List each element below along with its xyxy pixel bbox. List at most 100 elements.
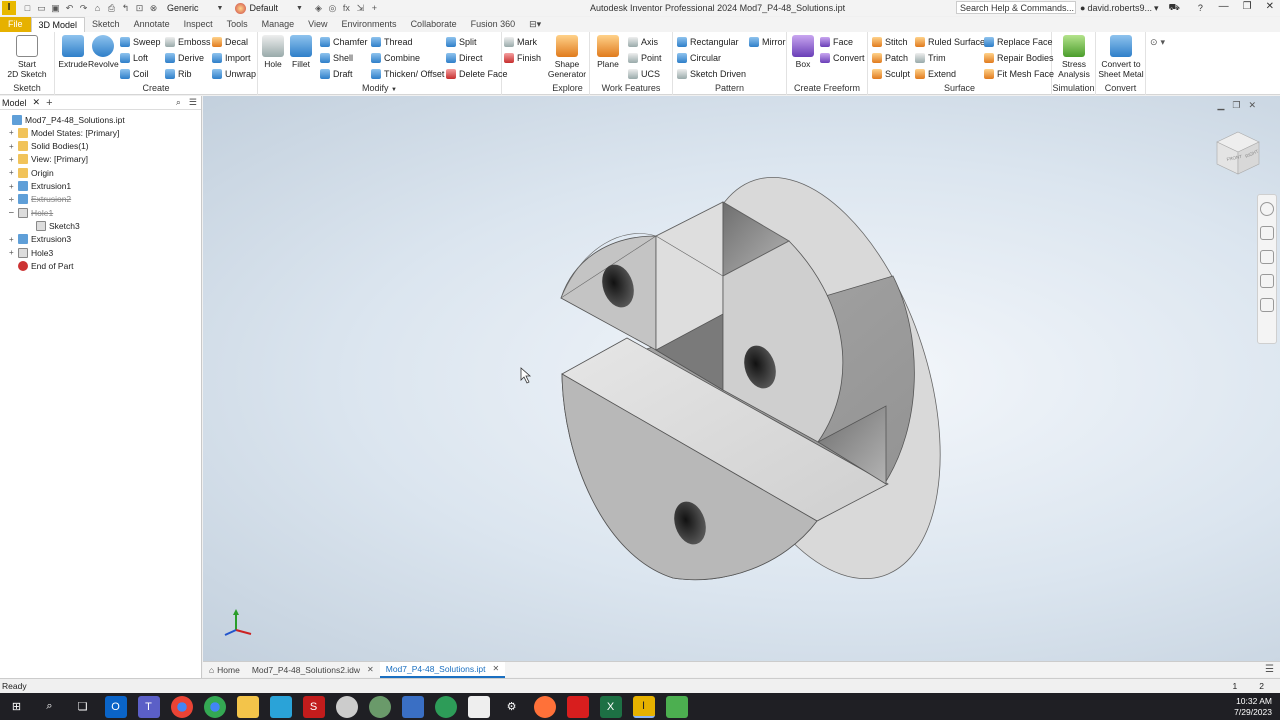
firefox-icon[interactable] (533, 695, 556, 718)
derive-button[interactable]: Derive (165, 52, 204, 64)
extrude-button[interactable]: Extrude (58, 35, 88, 69)
start-2d-sketch-button[interactable]: Start 2D Sketch (6, 35, 48, 79)
fx-icon[interactable]: fx (341, 3, 352, 14)
coil-button[interactable]: Coil (120, 68, 149, 80)
revolve-button[interactable]: Revolve (88, 35, 119, 69)
tree-node[interactable]: Sketch3 (27, 219, 80, 232)
tree-node[interactable]: Mod7_P4-48_Solutions.ipt (3, 113, 125, 126)
redo-icon[interactable]: ↷ (78, 3, 89, 14)
emboss-button[interactable]: Emboss (165, 36, 211, 48)
expand-toggle-icon[interactable]: + (9, 235, 15, 244)
tree-node[interactable]: End of Part (9, 259, 74, 272)
minimize-icon[interactable]: — (1219, 1, 1229, 12)
steering-wheel-icon[interactable] (1260, 202, 1274, 216)
tree-node[interactable]: + Origin (9, 166, 54, 179)
color-wheel-icon[interactable]: ◎ (327, 3, 338, 14)
expand-toggle-icon[interactable]: + (9, 155, 15, 164)
tab-fusion-360[interactable]: Fusion 360 (464, 17, 523, 32)
plane-button[interactable]: Plane (593, 35, 623, 69)
axis-button[interactable]: Axis (628, 36, 658, 48)
convert-button[interactable]: Convert (820, 52, 865, 64)
home-tab[interactable]: ⌂ Home (203, 662, 246, 678)
import-button[interactable]: Import (212, 52, 251, 64)
expand-toggle-icon[interactable]: + (9, 182, 15, 191)
expand-toggle-icon[interactable]: + (9, 142, 15, 151)
chrome-profile-icon[interactable] (203, 695, 226, 718)
tree-node[interactable]: + Extrusion3 (9, 233, 71, 246)
restore-icon[interactable]: ❐ (1232, 100, 1240, 111)
combine-button[interactable]: Combine (371, 52, 420, 64)
solidworks-icon[interactable]: S (302, 695, 325, 718)
outlook-icon[interactable]: O (104, 695, 127, 718)
inventor-taskbar-icon[interactable]: I (632, 695, 655, 718)
graphics-window[interactable]: FRONT RIGHT ▁ ❐ ✕ (203, 96, 1280, 661)
measure-icon[interactable]: ⇲ (355, 3, 366, 14)
hole-button[interactable]: Hole (260, 35, 286, 69)
expand-toggle-icon[interactable]: − (9, 208, 15, 217)
tree-node[interactable]: + Solid Bodies(1) (9, 140, 89, 153)
chamfer-button[interactable]: Chamfer (320, 36, 368, 48)
excel-icon[interactable]: X (599, 695, 622, 718)
tab-sketch[interactable]: Sketch (85, 17, 127, 32)
tree-node[interactable]: + Model States: [Primary] (9, 126, 119, 139)
teams-icon[interactable]: T (137, 695, 160, 718)
sketch-driven-pattern-button[interactable]: Sketch Driven (677, 68, 746, 80)
split-button[interactable]: Split (446, 36, 477, 48)
shape-generator-button[interactable]: Shape Generator (546, 35, 588, 79)
repair-bodies-button[interactable]: Repair Bodies (984, 52, 1054, 64)
sculpt-button[interactable]: Sculpt (872, 68, 910, 80)
maps-icon[interactable] (434, 695, 457, 718)
minimize-icon[interactable]: ▁ (1217, 100, 1224, 111)
clear-icon[interactable]: ⊗ (148, 3, 159, 14)
document-tab-idw[interactable]: Mod7_P4-48_Solutions2.idw ✕ (246, 662, 380, 678)
direct-button[interactable]: Direct (446, 52, 483, 64)
tree-node[interactable]: + Extrusion1 (9, 180, 71, 193)
circular-pattern-button[interactable]: Circular (677, 52, 721, 64)
print-icon[interactable]: ⎙ (106, 3, 117, 14)
app-bird-icon[interactable] (335, 695, 358, 718)
user-account[interactable]: ● david.roberts9... ▾ ⛟? (1080, 2, 1203, 14)
adjust-icon[interactable]: ◈ (313, 3, 324, 14)
rectangular-pattern-button[interactable]: Rectangular (677, 36, 739, 48)
replace-face-button[interactable]: Replace Face (984, 36, 1053, 48)
fit-mesh-face-button[interactable]: Fit Mesh Face (984, 68, 1054, 80)
close-icon[interactable]: ✕ (33, 97, 41, 108)
ruled-surface-button[interactable]: Ruled Surface (915, 36, 985, 48)
settings-sliders-icon[interactable]: ⚙ (501, 696, 523, 718)
material-dropdown[interactable]: Default ▼ (231, 2, 306, 14)
chrome-icon[interactable] (170, 695, 193, 718)
home-icon[interactable]: ⌂ (92, 3, 103, 14)
document-tab-ipt[interactable]: Mod7_P4-48_Solutions.ipt ✕ (379, 661, 506, 678)
expand-toggle-icon[interactable]: + (9, 168, 15, 177)
pan-icon[interactable] (1260, 226, 1274, 240)
group-label-modify[interactable]: Modify ▼ (258, 83, 501, 93)
expand-toggle-icon[interactable]: + (9, 128, 15, 137)
open-folder-icon[interactable]: ▭ (36, 3, 47, 14)
taskbar-clock[interactable]: 10:32 AM 7/29/2023 (1234, 696, 1272, 718)
point-button[interactable]: Point (628, 52, 662, 64)
tree-node[interactable]: − Hole1 (9, 206, 53, 219)
help-search-input[interactable]: Search Help & Commands... (956, 1, 1076, 14)
look-at-icon[interactable] (1260, 298, 1274, 312)
search-icon[interactable]: ⌕ (176, 97, 181, 108)
tree-node[interactable]: + Extrusion2 (9, 193, 71, 206)
ribbon-options-icon[interactable]: ⊟▾ (522, 17, 548, 32)
thicken-offset-button[interactable]: Thicken/ Offset (371, 68, 444, 80)
patch-button[interactable]: Patch (872, 52, 908, 64)
tab-inspect[interactable]: Inspect (177, 17, 220, 32)
close-icon[interactable]: ✕ (367, 662, 374, 678)
task-view-icon[interactable]: ❏ (72, 696, 94, 718)
tab-tools[interactable]: Tools (220, 17, 255, 32)
mark-button[interactable]: Mark (504, 36, 537, 48)
extend-button[interactable]: Extend (915, 68, 956, 80)
app-settings-icon[interactable] (368, 695, 391, 718)
orbit-icon[interactable] (1260, 274, 1274, 288)
face-button[interactable]: Face (820, 36, 853, 48)
sweep-button[interactable]: Sweep (120, 36, 161, 48)
select-icon[interactable]: ⊡ (134, 3, 145, 14)
stress-analysis-button[interactable]: Stress Analysis (1054, 35, 1094, 79)
tab-file[interactable]: File (0, 17, 31, 32)
search-icon[interactable]: ⌕ (39, 696, 61, 718)
finish-button[interactable]: Finish (504, 52, 541, 64)
tree-node[interactable]: + Hole3 (9, 246, 53, 259)
